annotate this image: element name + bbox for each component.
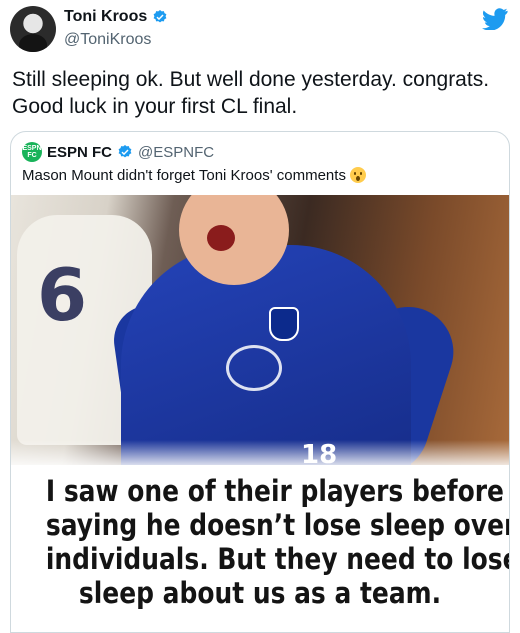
tweet-text-line: Good luck in your first CL final. [12,95,298,118]
twitter-bird-icon[interactable] [482,8,508,30]
quoted-tweet[interactable]: ESPN FC ESPN FC @ESPNFC Mason Mount didn'… [10,131,510,633]
verified-badge-icon [153,10,167,23]
verified-badge-icon [118,145,132,158]
espn-fc-logo: ESPN FC [22,142,42,162]
tweet-image[interactable]: 6 18 [11,195,509,465]
quoted-author-handle[interactable]: @ESPNFC [138,144,214,161]
astonished-emoji-icon [349,167,366,183]
quoted-tweet-text: Mason Mount didn't forget Toni Kroos' co… [22,167,366,184]
background-jersey-number: 6 [37,253,88,337]
quoted-tweet-header: ESPN FC ESPN FC @ESPNFC [22,142,214,162]
quoted-text: Mason Mount didn't forget Toni Kroos' co… [22,167,346,184]
sponsor-logo [226,345,282,391]
image-quote-line: individuals. But they need to lose [45,542,510,576]
club-crest [269,307,299,341]
author-handle[interactable]: @ToniKroos [64,31,151,49]
image-quote-text: I saw one of their players before saying… [45,474,510,610]
author-name[interactable]: Toni Kroos [64,8,147,26]
tweet-text-line: Still sleeping ok. But well done yesterd… [12,68,490,91]
player-mouth [207,225,235,251]
image-quote-line: sleep about us as a team. [78,576,442,610]
quoted-author-name[interactable]: ESPN FC [47,144,112,161]
avatar[interactable] [10,6,56,52]
image-fade [11,440,509,465]
tweet-text: Still sleeping ok. But well done yesterd… [12,66,508,120]
image-quote-line: saying he doesn’t lose sleep over [45,508,510,542]
author-row: Toni Kroos [64,8,168,26]
image-quote-line: I saw one of their players before [45,474,504,508]
